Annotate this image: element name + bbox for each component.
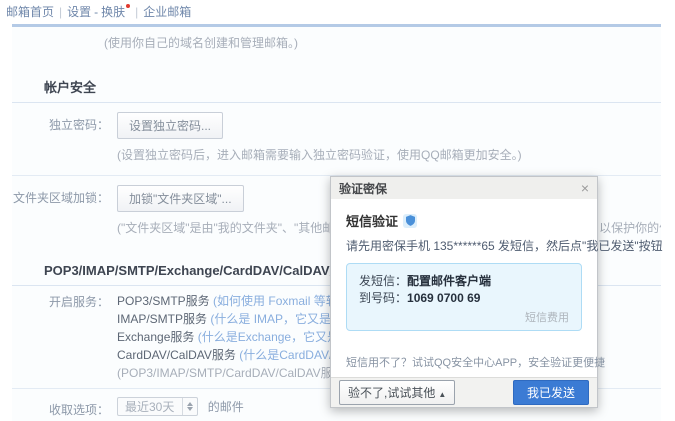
nav-separator: | <box>59 5 62 19</box>
nav-separator: | <box>135 5 138 19</box>
verify-security-dialog: 验证密保 × 短信验证 请先用密保手机 135******65 发短信，然后点"… <box>330 176 598 408</box>
sms-instruction: 请先用密保手机 135******65 发短信，然后点"我已发送"按钮 <box>346 237 582 254</box>
receive-period-select[interactable]: 最近30天 <box>117 397 198 416</box>
nav-settings-link[interactable]: 设置 <box>67 5 91 19</box>
sms-fee-link[interactable]: 短信费用 <box>525 312 569 324</box>
try-other-verification-button[interactable]: 验不了,试试其他▲ <box>339 380 455 405</box>
receive-period-suffix: 的邮件 <box>208 400 244 414</box>
exchange-service-label: Exchange服务 <box>117 330 194 344</box>
sms-number-label: 到号码： <box>359 291 407 305</box>
sms-number-value: 1069 0700 69 <box>407 291 480 305</box>
nav-biz-mail-link[interactable]: 企业邮箱 <box>143 5 191 19</box>
sms-alternative-hint: 短信用不了？试试QQ安全中心APP，安全验证更便捷 <box>346 354 582 370</box>
sms-send-label: 发短信： <box>359 274 407 288</box>
sms-shield-icon <box>403 214 417 228</box>
domain-mail-note: (使用你自己的域名创建和管理邮箱。) <box>12 27 661 65</box>
collapse-arrow-icon: ▲ <box>438 390 446 399</box>
sms-verify-title: 短信验证 <box>346 211 398 230</box>
account-security-heading: 帐户安全 <box>44 77 661 96</box>
select-arrows-icon <box>182 398 197 415</box>
nav-mail-home-link[interactable]: 邮箱首页 <box>6 5 54 19</box>
sms-content-line: 发短信：配置邮件客户端 <box>359 273 569 290</box>
dialog-titlebar: 验证密保 × <box>331 177 597 199</box>
sms-info-box: 发短信：配置邮件客户端 到号码：1069 0700 69 短信费用 <box>346 263 582 331</box>
carddav-caldav-service-label: CardDAV/CalDAV服务 <box>117 348 236 362</box>
dialog-title: 验证密保 <box>339 180 387 197</box>
enable-services-label: 开启服务： <box>12 292 109 310</box>
lock-folder-area-button[interactable]: 加锁"文件夹区域"... <box>117 185 244 212</box>
receive-period-value: 最近30天 <box>125 398 174 415</box>
new-badge-dot-icon <box>126 4 130 8</box>
independent-password-desc: (设置独立密码后，进入邮箱需要输入独立密码验证，使用QQ邮箱更加安全。) <box>117 139 661 175</box>
dialog-body: 短信验证 请先用密保手机 135******65 发短信，然后点"我已发送"按钮… <box>331 199 597 370</box>
sms-verify-header: 短信验证 <box>346 211 582 230</box>
try-other-label: 验不了,试试其他 <box>348 386 435 400</box>
close-icon[interactable]: × <box>581 181 589 195</box>
receive-options-label: 收取选项： <box>12 397 109 418</box>
top-nav: 邮箱首页 | 设置-换肤 | 企业邮箱 <box>6 3 191 20</box>
independent-password-label: 独立密码： <box>12 112 109 133</box>
folder-lock-label: 文件夹区域加锁： <box>12 185 109 206</box>
nav-skin-link[interactable]: 换肤 <box>101 5 125 19</box>
independent-password-row: 独立密码： 设置独立密码... <box>12 103 661 139</box>
imap-smtp-service-label: IMAP/SMTP服务 <box>117 312 207 326</box>
nav-dash: - <box>94 5 98 19</box>
sms-sent-confirm-button[interactable]: 我已发送 <box>513 380 589 405</box>
sms-send-value: 配置邮件客户端 <box>407 274 491 288</box>
pop3-smtp-service-label: POP3/SMTP服务 <box>117 294 210 308</box>
sms-number-line: 到号码：1069 0700 69 <box>359 290 569 307</box>
set-independent-password-button[interactable]: 设置独立密码... <box>117 112 223 139</box>
dialog-footer: 验不了,试试其他▲ 我已发送 <box>331 377 597 407</box>
